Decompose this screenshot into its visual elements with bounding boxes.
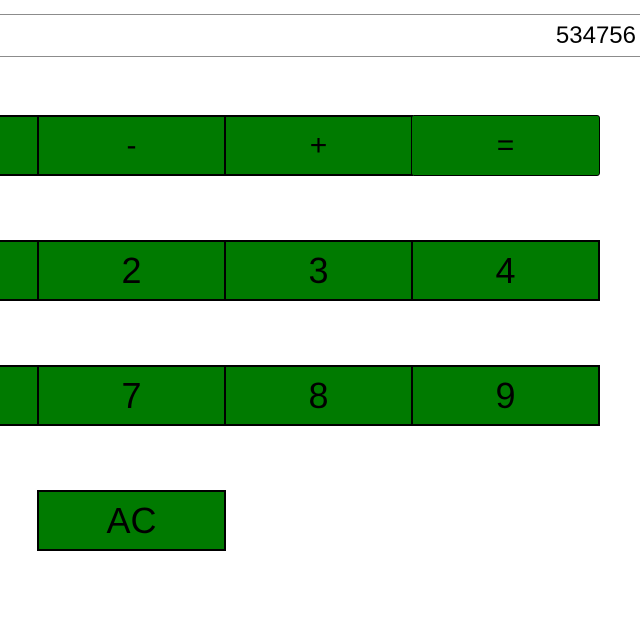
all-clear-button-label: AC [106, 499, 157, 541]
digit-3-button[interactable]: 3 [224, 240, 413, 301]
partial-left-key-row3[interactable] [0, 365, 39, 426]
display-value: 534756 [555, 22, 636, 49]
digit-3-button-label: 3 [308, 249, 329, 291]
digit-9-button-label: 9 [495, 374, 516, 416]
partial-left-key-row1[interactable] [0, 115, 39, 176]
plus-button-label: + [309, 128, 328, 162]
calculator-page: 534756 - + = 2 3 4 7 8 9 AC [0, 0, 640, 640]
digit-8-button[interactable]: 8 [224, 365, 413, 426]
digit-4-button-label: 4 [495, 249, 516, 291]
digit-2-button[interactable]: 2 [37, 240, 226, 301]
minus-button[interactable]: - [37, 115, 226, 176]
equals-button[interactable]: = [411, 115, 600, 176]
all-clear-button[interactable]: AC [37, 490, 226, 551]
calculator-display: 534756 [0, 14, 640, 57]
digit-2-button-label: 2 [121, 249, 142, 291]
digit-8-button-label: 8 [308, 374, 329, 416]
partial-left-key-row2[interactable] [0, 240, 39, 301]
minus-button-label: - [126, 128, 137, 162]
digit-9-button[interactable]: 9 [411, 365, 600, 426]
equals-button-label: = [496, 128, 515, 162]
digit-4-button[interactable]: 4 [411, 240, 600, 301]
plus-button[interactable]: + [224, 115, 413, 176]
digit-7-button[interactable]: 7 [37, 365, 226, 426]
digit-7-button-label: 7 [121, 374, 142, 416]
